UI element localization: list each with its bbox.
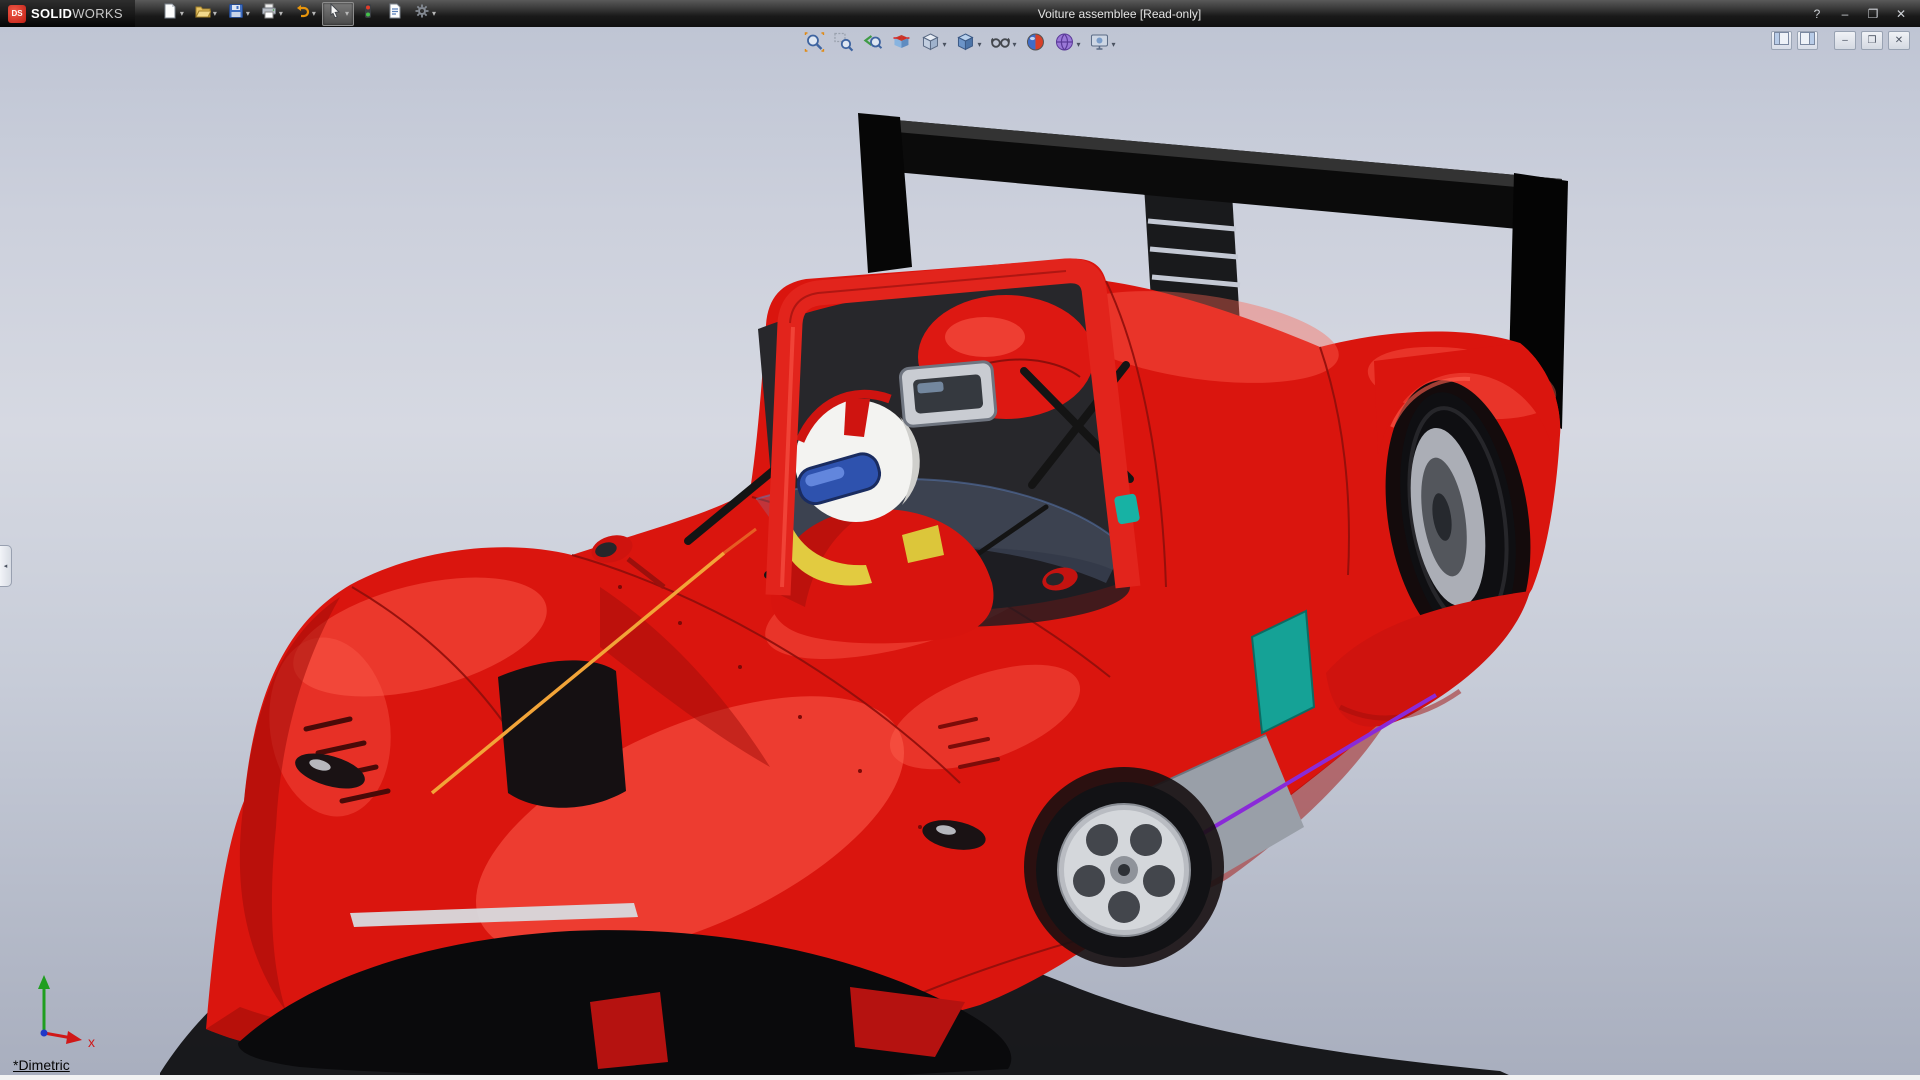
- brand-name-bold: SOLID: [31, 6, 72, 21]
- featuremanager-pane-toggle[interactable]: [1771, 31, 1792, 50]
- view-orientation-button[interactable]: ▾: [919, 31, 947, 58]
- new-document-icon: [162, 3, 178, 24]
- save-icon: [228, 3, 244, 24]
- graphics-viewport[interactable]: x ▾ ▾ ▾ ▾: [0, 27, 1920, 1080]
- view-settings-button[interactable]: ▾: [1089, 31, 1117, 58]
- display-style-button[interactable]: ▾: [954, 31, 982, 58]
- rebuild-button[interactable]: [355, 2, 381, 26]
- new-document-button[interactable]: ▾: [157, 2, 189, 26]
- close-button[interactable]: ✕: [1892, 7, 1910, 21]
- options-button[interactable]: ▾: [409, 2, 441, 26]
- dropdown-caret-icon[interactable]: ▾: [1077, 40, 1081, 49]
- minimize-button[interactable]: –: [1836, 7, 1854, 21]
- select-button[interactable]: ▾: [322, 2, 354, 26]
- dropdown-caret-icon[interactable]: ▾: [977, 40, 981, 49]
- bottom-strip: [0, 1075, 1920, 1080]
- restore-button[interactable]: ❐: [1864, 7, 1882, 21]
- document-restore-button[interactable]: ❐: [1861, 31, 1883, 50]
- dropdown-caret-icon[interactable]: ▾: [213, 10, 217, 18]
- previous-view-icon: [862, 32, 882, 57]
- intake-scoop: [900, 361, 997, 427]
- dropdown-caret-icon[interactable]: ▾: [279, 10, 283, 18]
- zoom-to-fit-icon: [804, 32, 824, 57]
- undo-button[interactable]: ▾: [289, 2, 321, 26]
- open-button[interactable]: ▾: [190, 2, 222, 26]
- view-orientation-label: *Dimetric: [13, 1057, 70, 1073]
- file-properties-icon: [387, 3, 403, 24]
- dropdown-caret-icon[interactable]: ▾: [1012, 40, 1016, 49]
- file-properties-button[interactable]: [382, 2, 408, 26]
- zoom-to-fit-button[interactable]: [803, 31, 825, 58]
- section-view-icon: [891, 32, 911, 57]
- hide-show-items-icon: [990, 32, 1010, 57]
- zoom-to-area-icon: [833, 32, 853, 57]
- display-pane-icon: [1800, 32, 1815, 50]
- open-icon: [195, 3, 211, 24]
- orientation-triad[interactable]: x: [38, 975, 95, 1050]
- print-button[interactable]: ▾: [256, 2, 288, 26]
- document-window-controls: – ❐ ✕: [1771, 31, 1910, 50]
- dropdown-caret-icon[interactable]: ▾: [432, 10, 436, 18]
- print-icon: [261, 3, 277, 24]
- dropdown-caret-icon[interactable]: ▾: [345, 10, 349, 18]
- dropdown-caret-icon[interactable]: ▾: [246, 10, 250, 18]
- options-gear-icon: [414, 3, 430, 24]
- triad-x-label: x: [88, 1034, 95, 1050]
- apply-scene-icon: [1055, 32, 1075, 57]
- solidworks-logo: DS SOLIDWORKS: [0, 0, 135, 27]
- model-scene[interactable]: x: [0, 27, 1920, 1080]
- hide-show-items-button[interactable]: ▾: [989, 31, 1017, 58]
- select-cursor-icon: [327, 3, 343, 24]
- dropdown-caret-icon[interactable]: ▾: [942, 40, 946, 49]
- brand-name-regular: WORKS: [72, 6, 123, 21]
- help-button[interactable]: ?: [1808, 7, 1826, 21]
- window-controls: ? – ❐ ✕: [1798, 7, 1920, 21]
- title-bar: DS SOLIDWORKS ▾ ▾ ▾ ▾ ▾ ▾: [0, 0, 1920, 27]
- dropdown-caret-icon[interactable]: ▾: [312, 10, 316, 18]
- view-settings-icon: [1090, 32, 1110, 57]
- diffuser-fence-left: [590, 992, 668, 1069]
- front-left-wheel-well: [498, 660, 626, 807]
- heads-up-view-toolbar: ▾ ▾ ▾ ▾ ▾: [803, 31, 1116, 58]
- brand-name: SOLIDWORKS: [31, 6, 123, 21]
- dropdown-caret-icon[interactable]: ▾: [180, 10, 184, 18]
- view-orientation-icon: [920, 32, 940, 57]
- display-style-icon: [955, 32, 975, 57]
- document-minimize-button[interactable]: –: [1834, 31, 1856, 50]
- rebuild-icon: [360, 3, 376, 24]
- document-close-button[interactable]: ✕: [1888, 31, 1910, 50]
- save-button[interactable]: ▾: [223, 2, 255, 26]
- section-view-button[interactable]: [890, 31, 912, 58]
- front-right-wheel[interactable]: [1024, 767, 1224, 967]
- ds-logo-icon: DS: [8, 5, 26, 23]
- menu-bar-toolbar: ▾ ▾ ▾ ▾ ▾ ▾ ▾: [157, 2, 441, 26]
- apply-scene-button[interactable]: ▾: [1054, 31, 1082, 58]
- panel-collapse-tab[interactable]: ◂: [0, 545, 12, 587]
- window-title: Voiture assemblee [Read-only]: [441, 7, 1798, 21]
- undo-icon: [294, 3, 310, 24]
- dropdown-caret-icon[interactable]: ▾: [1112, 40, 1116, 49]
- previous-view-button[interactable]: [861, 31, 883, 58]
- featuremanager-pane-icon: [1774, 32, 1789, 50]
- zoom-to-area-button[interactable]: [832, 31, 854, 58]
- edit-appearance-icon: [1026, 32, 1046, 57]
- display-pane-toggle[interactable]: [1797, 31, 1818, 50]
- edit-appearance-button[interactable]: [1025, 31, 1047, 58]
